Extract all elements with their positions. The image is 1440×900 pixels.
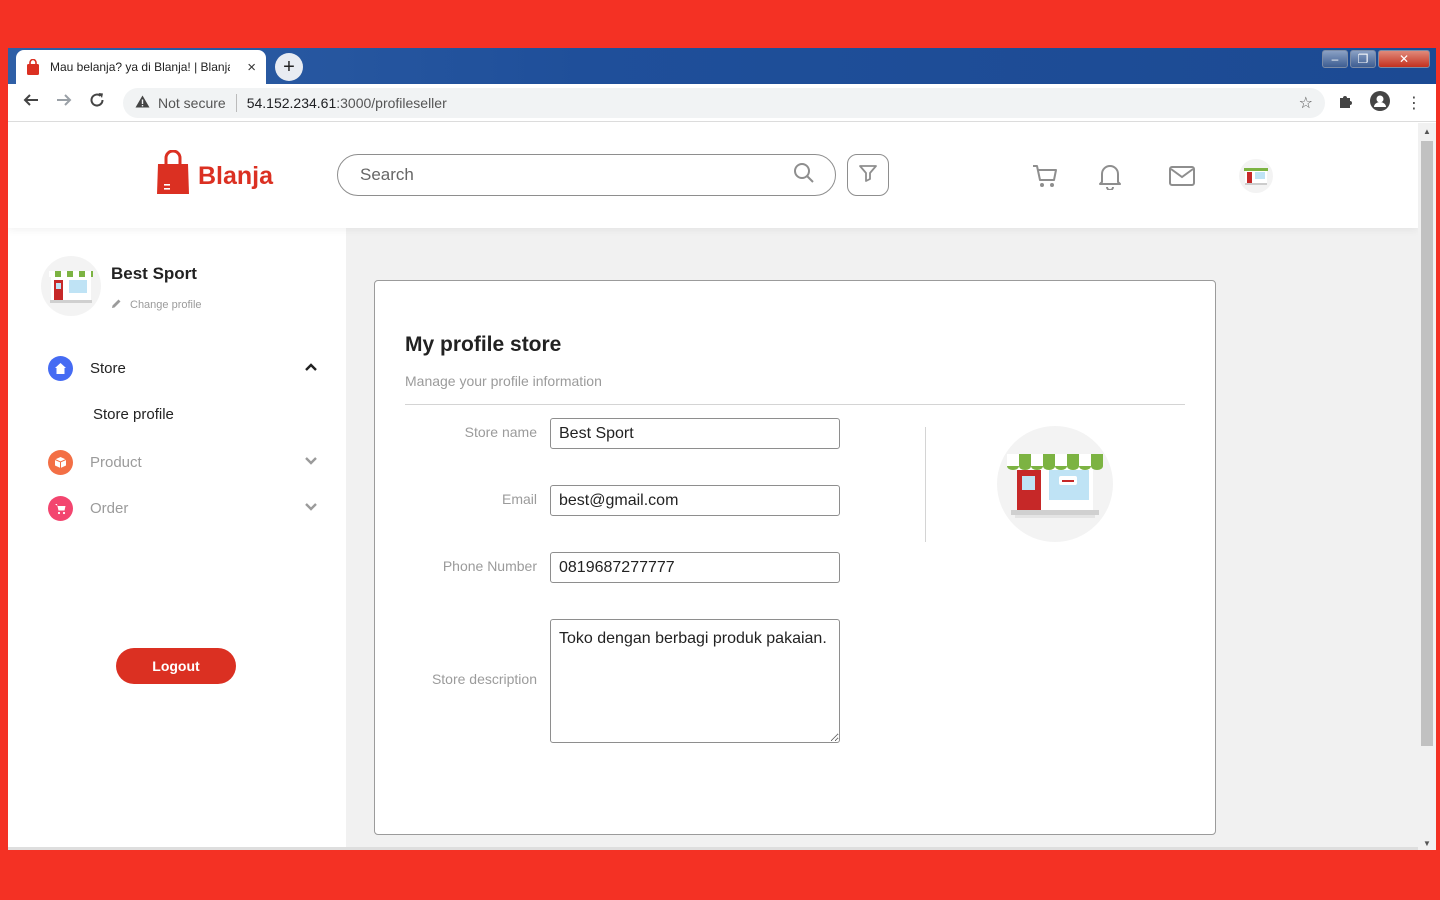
url-bar[interactable]: Not secure 54.152.234.61:3000/profilesel… — [123, 88, 1325, 118]
maximize-icon[interactable]: ❐ — [1350, 50, 1376, 68]
bell-icon[interactable] — [1096, 162, 1124, 190]
page-scrollbar[interactable]: ▲ ▼ — [1418, 123, 1436, 850]
chevron-down-icon[interactable] — [304, 453, 318, 471]
scroll-up-icon[interactable]: ▲ — [1423, 127, 1431, 136]
store-avatar[interactable] — [41, 256, 101, 316]
filter-funnel-icon — [858, 163, 878, 188]
profile-store-card: My profile store Manage your profile inf… — [374, 280, 1216, 835]
sidebar-item-product[interactable]: Product — [48, 448, 318, 476]
sidebar-subitem-store-profile[interactable]: Store profile — [93, 406, 174, 423]
tab-title: Mau belanja? ya di Blanja! | Blanja — [50, 60, 230, 74]
account-avatar-icon[interactable] — [1370, 90, 1390, 116]
browser-extensions: ⋮ — [1338, 84, 1436, 122]
scroll-down-icon[interactable]: ▼ — [1423, 839, 1431, 848]
search-box[interactable] — [337, 154, 836, 196]
user-avatar[interactable] — [1239, 159, 1273, 193]
site-logo[interactable]: Blanja — [156, 149, 274, 196]
kebab-menu-icon[interactable]: ⋮ — [1406, 93, 1422, 113]
url-separator — [235, 94, 237, 112]
box-icon — [48, 449, 73, 475]
minimize-icon[interactable]: ‒ — [1322, 50, 1348, 68]
change-profile-link[interactable]: Change profile — [111, 298, 202, 312]
store-name-label: Store name — [464, 424, 537, 440]
filter-button[interactable] — [847, 154, 889, 196]
chevron-down-icon[interactable] — [304, 499, 318, 517]
url-host: 54.152.234.61 — [246, 95, 337, 111]
warning-triangle-icon — [135, 95, 150, 111]
phone-field[interactable] — [550, 552, 840, 583]
window-controls: ‒ ❐ ✕ — [1322, 50, 1430, 68]
cart-icon[interactable] — [1031, 162, 1059, 190]
page-title: My profile store — [405, 333, 562, 356]
email-field[interactable] — [550, 485, 840, 516]
store-picture[interactable] — [997, 426, 1113, 542]
sidebar-item-label: Store — [90, 359, 126, 377]
scrollbar-thumb[interactable] — [1421, 141, 1433, 746]
store-name-field[interactable] — [550, 418, 840, 449]
change-profile-label: Change profile — [130, 299, 202, 311]
site-header: Blanja — [8, 123, 1418, 228]
web-page: Blanja Search Best Sport Change profile … — [8, 123, 1418, 850]
pencil-icon — [111, 298, 122, 312]
sidebar-item-label: Order — [90, 499, 129, 517]
security-label[interactable]: Not secure — [158, 95, 226, 111]
shopping-cart-icon — [48, 495, 73, 521]
bottom-strip — [8, 847, 1418, 850]
store-description-field[interactable]: Toko dengan berbagi produk pakaian. — [550, 619, 840, 743]
phone-label: Phone Number — [442, 558, 537, 574]
sidebar: Best Sport Change profile Store Store pr… — [8, 228, 346, 850]
sidebar-item-label: Product — [90, 453, 142, 471]
chevron-up-icon[interactable] — [304, 359, 318, 377]
sidebar-item-order[interactable]: Order — [48, 494, 318, 522]
page-subtitle: Manage your profile information — [405, 373, 602, 389]
store-description-label: Store description — [431, 671, 537, 687]
browser-window: Mau belanja? ya di Blanja! | Blanja × + … — [8, 48, 1436, 850]
vertical-divider — [925, 427, 926, 542]
puzzle-extension-icon[interactable] — [1338, 93, 1354, 114]
url-path: :3000/profileseller — [336, 95, 447, 111]
sidebar-item-store[interactable]: Store — [48, 354, 318, 382]
browser-titlebar: Mau belanja? ya di Blanja! | Blanja × + … — [8, 48, 1436, 84]
shopping-bag-icon — [26, 58, 40, 75]
browser-tab[interactable]: Mau belanja? ya di Blanja! | Blanja × — [16, 50, 266, 84]
store-name-heading: Best Sport — [111, 264, 197, 283]
forward-arrow-icon[interactable] — [47, 92, 80, 113]
reload-icon[interactable] — [80, 92, 113, 113]
logo-text: Blanja — [198, 161, 274, 190]
home-icon — [48, 355, 73, 381]
mail-icon[interactable] — [1168, 162, 1196, 190]
search-icon[interactable] — [793, 162, 815, 189]
card-divider — [405, 404, 1185, 405]
shopping-bag-logo-icon — [156, 149, 190, 196]
address-bar-row: Not secure 54.152.234.61:3000/profilesel… — [8, 84, 1436, 122]
new-tab-button[interactable]: + — [275, 53, 303, 81]
email-label: Email — [501, 491, 537, 507]
close-window-icon[interactable]: ✕ — [1378, 50, 1430, 68]
tab-close-icon[interactable]: × — [247, 59, 256, 76]
back-arrow-icon[interactable] — [14, 92, 47, 113]
bookmark-star-icon[interactable]: ☆ — [1299, 93, 1313, 113]
logout-button[interactable]: Logout — [116, 648, 236, 684]
search-input[interactable] — [360, 165, 793, 185]
